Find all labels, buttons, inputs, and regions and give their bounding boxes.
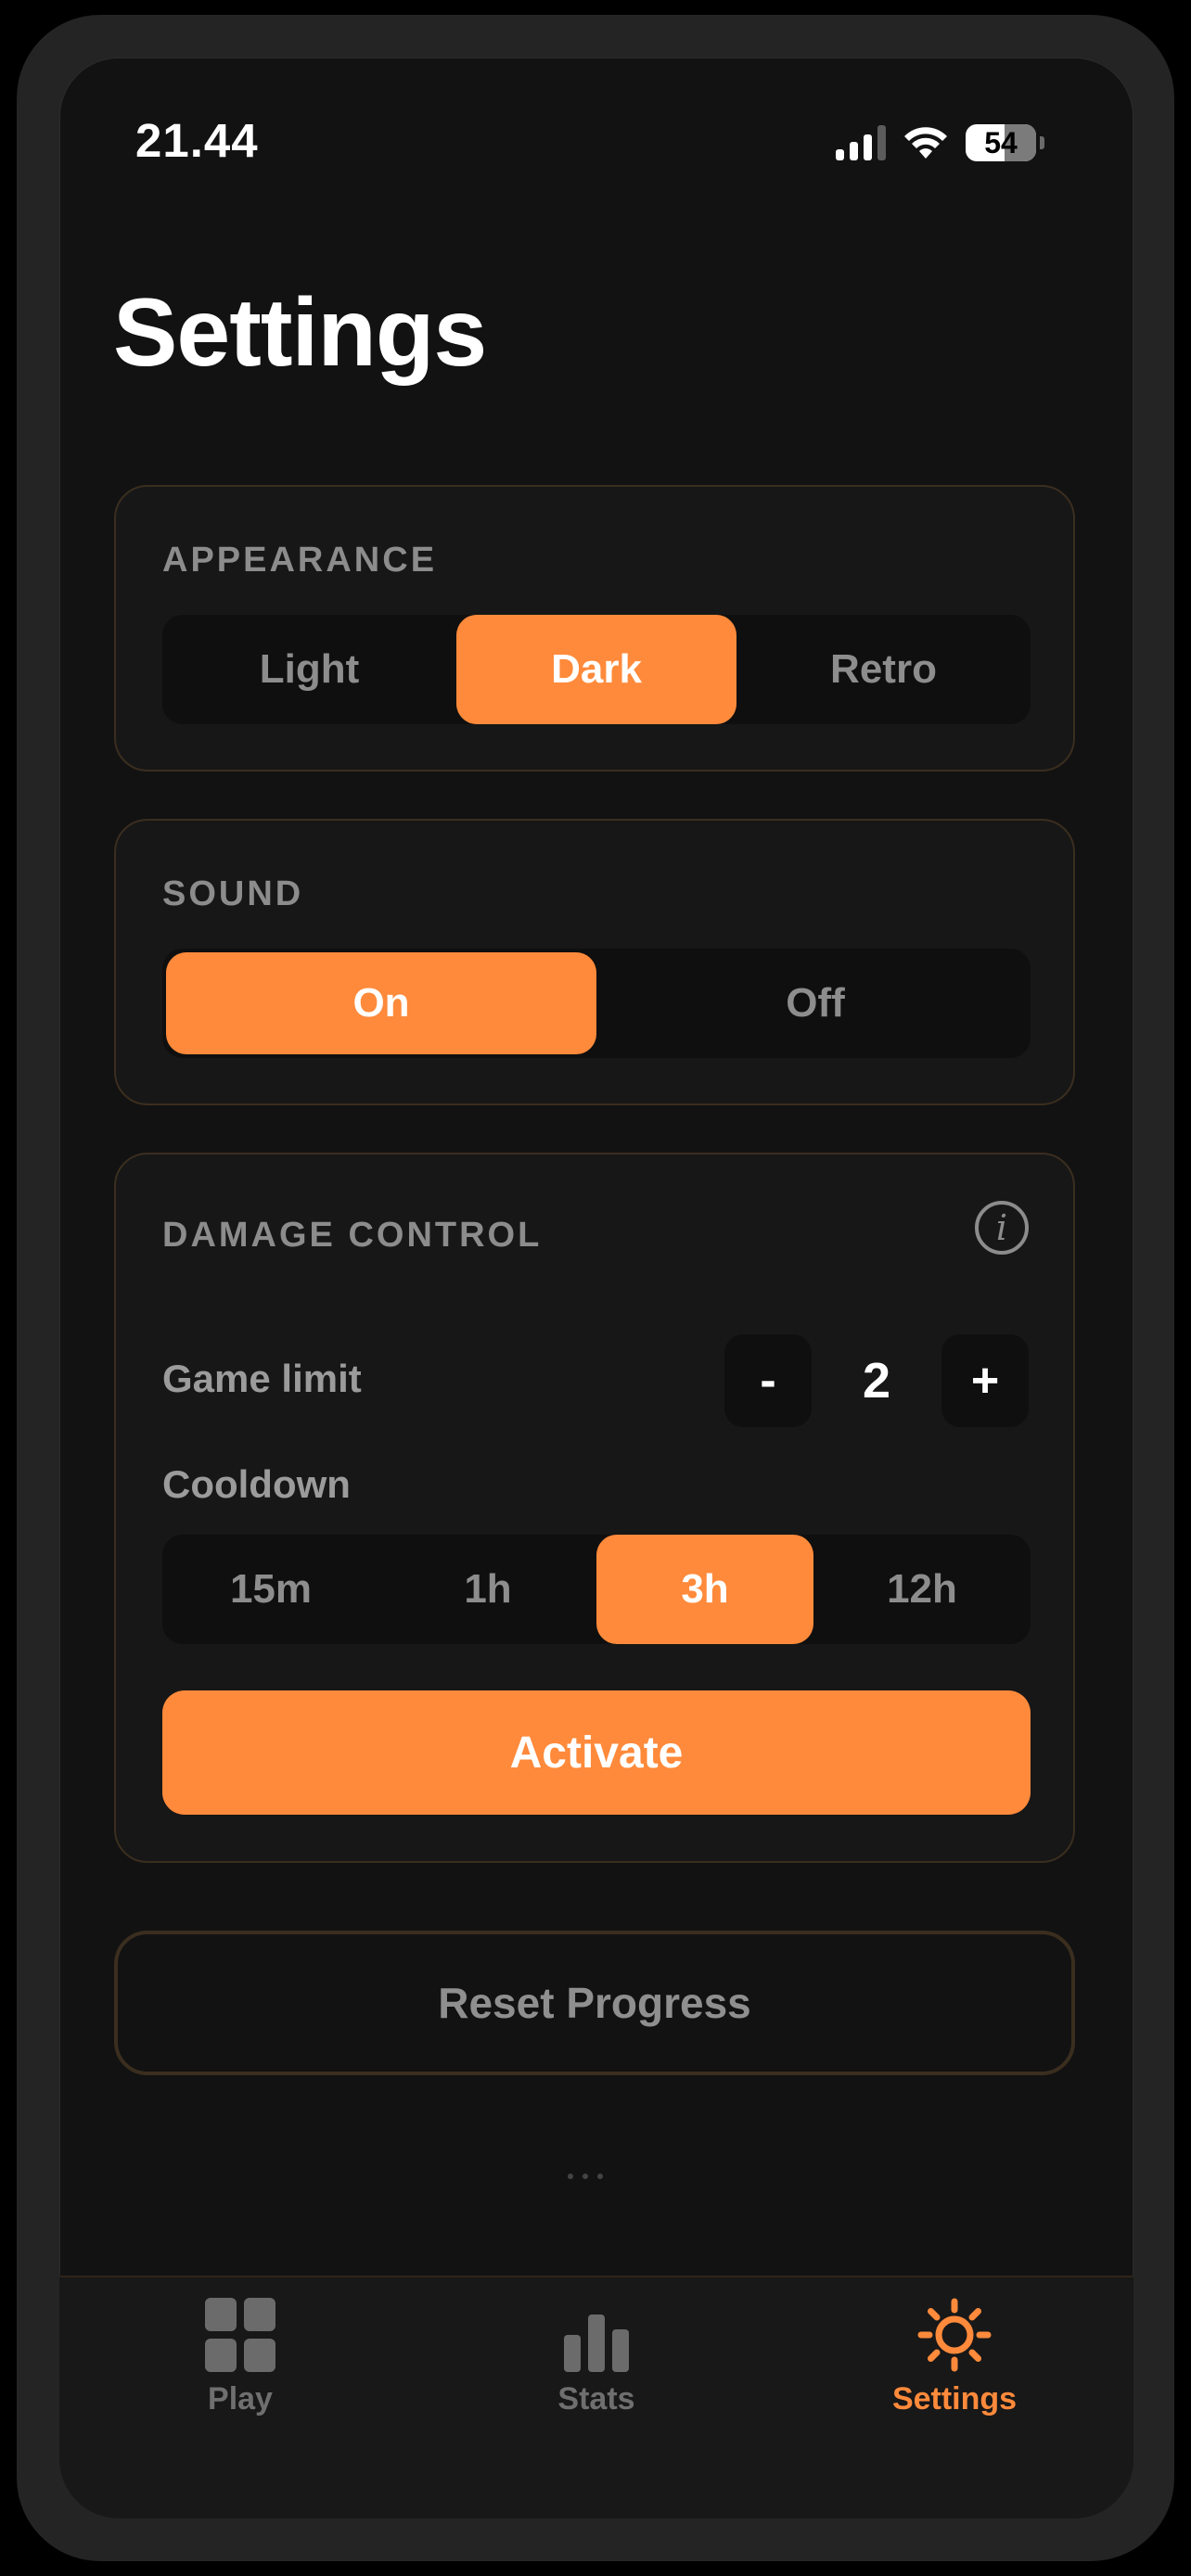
decrement-button[interactable]: - xyxy=(724,1334,812,1427)
battery-icon: 54 xyxy=(966,124,1036,161)
game-limit-stepper: - 2 + xyxy=(724,1334,1029,1427)
reset-progress-button[interactable]: Reset Progress xyxy=(114,1931,1075,2075)
status-icons: 54 xyxy=(836,122,1044,163)
info-icon[interactable]: i xyxy=(975,1201,1029,1255)
cooldown-option-3h[interactable]: 3h xyxy=(596,1535,813,1644)
cooldown-segmented-control: 15m 1h 3h 12h xyxy=(162,1535,1031,1644)
appearance-label: APPEARANCE xyxy=(162,541,438,580)
appearance-option-light[interactable]: Light xyxy=(162,615,456,724)
tab-settings[interactable]: Settings xyxy=(843,2298,1066,2417)
sound-card: SOUND On Off xyxy=(114,819,1075,1105)
game-limit-value: 2 xyxy=(862,1353,891,1409)
cooldown-option-12h[interactable]: 12h xyxy=(813,1535,1031,1644)
appearance-segmented-control: Light Dark Retro xyxy=(162,615,1031,724)
game-limit-label: Game limit xyxy=(162,1357,362,1400)
appearance-card: APPEARANCE Light Dark Retro xyxy=(114,485,1075,772)
page-title: Settings xyxy=(113,279,487,387)
tab-play[interactable]: Play xyxy=(129,2298,352,2417)
sound-label: SOUND xyxy=(162,874,304,913)
appearance-option-dark[interactable]: Dark xyxy=(456,615,736,724)
tab-stats-label: Stats xyxy=(557,2381,635,2417)
activate-button[interactable]: Activate xyxy=(162,1690,1031,1815)
cooldown-label: Cooldown xyxy=(162,1462,351,1506)
status-time: 21.44 xyxy=(135,114,259,167)
tab-play-label: Play xyxy=(208,2381,273,2417)
sound-option-on[interactable]: On xyxy=(166,952,596,1054)
wifi-icon xyxy=(904,127,947,159)
tab-bar: Play Stats Settings xyxy=(59,2276,1133,2519)
increment-button[interactable]: + xyxy=(941,1334,1029,1427)
sound-segmented-control: On Off xyxy=(162,949,1031,1058)
cellular-signal-icon xyxy=(836,125,886,160)
appearance-option-retro[interactable]: Retro xyxy=(736,615,1031,724)
cooldown-option-1h[interactable]: 1h xyxy=(379,1535,596,1644)
tab-settings-label: Settings xyxy=(891,2381,1018,2417)
damage-control-label: DAMAGE CONTROL xyxy=(162,1216,543,1255)
grid-icon xyxy=(205,2298,275,2372)
cooldown-option-15m[interactable]: 15m xyxy=(162,1535,379,1644)
sun-icon xyxy=(917,2298,992,2372)
damage-control-card: DAMAGE CONTROL i Game limit - 2 + Cooldo… xyxy=(114,1153,1075,1863)
bar-chart-icon xyxy=(561,2298,632,2372)
tab-stats[interactable]: Stats xyxy=(485,2298,708,2417)
scroll-more-indicator xyxy=(568,2174,603,2179)
sound-option-off[interactable]: Off xyxy=(600,949,1031,1058)
battery-level: 54 xyxy=(984,125,1018,159)
battery-tip xyxy=(1040,136,1044,149)
